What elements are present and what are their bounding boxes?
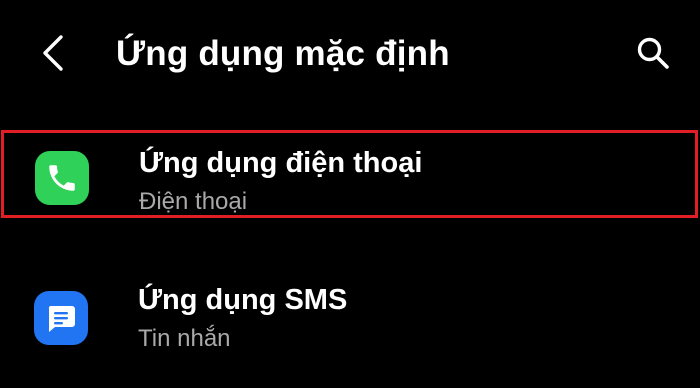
item-title: Ứng dụng SMS bbox=[138, 284, 348, 316]
message-icon bbox=[48, 306, 75, 332]
search-icon bbox=[637, 37, 669, 69]
item-title: Ứng dụng điện thoại bbox=[139, 147, 423, 179]
phone-icon bbox=[49, 165, 75, 191]
search-button[interactable] bbox=[628, 28, 678, 78]
phone-app-icon bbox=[35, 151, 89, 205]
chevron-left-icon bbox=[43, 35, 63, 71]
default-phone-app-item[interactable]: Ứng dụng điện thoại Điện thoại bbox=[1, 130, 698, 218]
item-subtitle: Điện thoại bbox=[139, 188, 248, 215]
default-sms-app-item[interactable]: Ứng dụng SMS Tin nhắn bbox=[0, 270, 700, 358]
sms-app-icon bbox=[34, 291, 88, 345]
page-title: Ứng dụng mặc định bbox=[116, 34, 450, 73]
item-subtitle: Tin nhắn bbox=[138, 325, 231, 352]
app-bar: Ứng dụng mặc định bbox=[0, 0, 700, 106]
back-button[interactable] bbox=[30, 28, 76, 78]
